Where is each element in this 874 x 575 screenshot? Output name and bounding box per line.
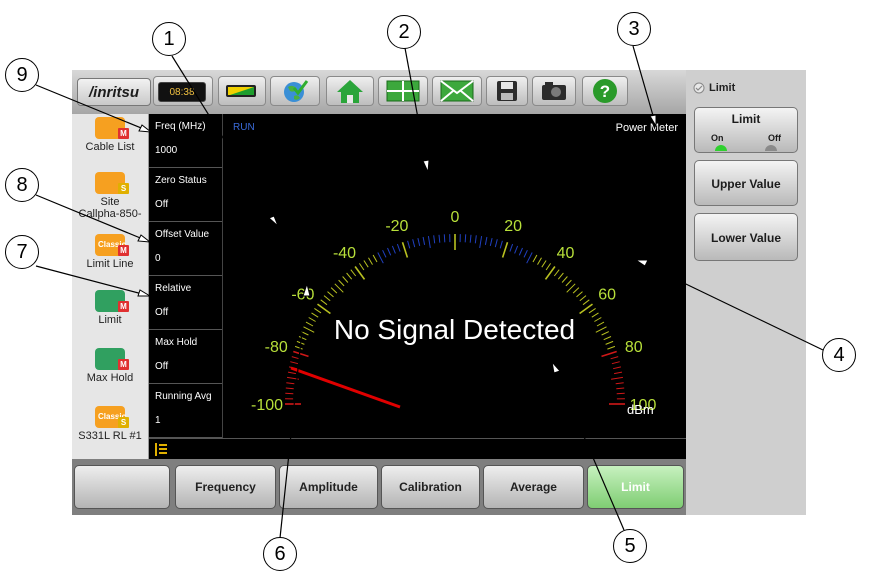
callout-9: 9 bbox=[5, 58, 39, 92]
callout-5: 5 bbox=[613, 529, 647, 563]
callout-8: 8 bbox=[5, 168, 39, 202]
callout-leaders bbox=[35, 45, 824, 539]
callout-2: 2 bbox=[387, 15, 421, 49]
callout-1: 1 bbox=[152, 22, 186, 56]
callout-3: 3 bbox=[617, 12, 651, 46]
callout-6: 6 bbox=[263, 537, 297, 571]
callout-7: 7 bbox=[5, 235, 39, 269]
callout-4: 4 bbox=[822, 338, 856, 372]
